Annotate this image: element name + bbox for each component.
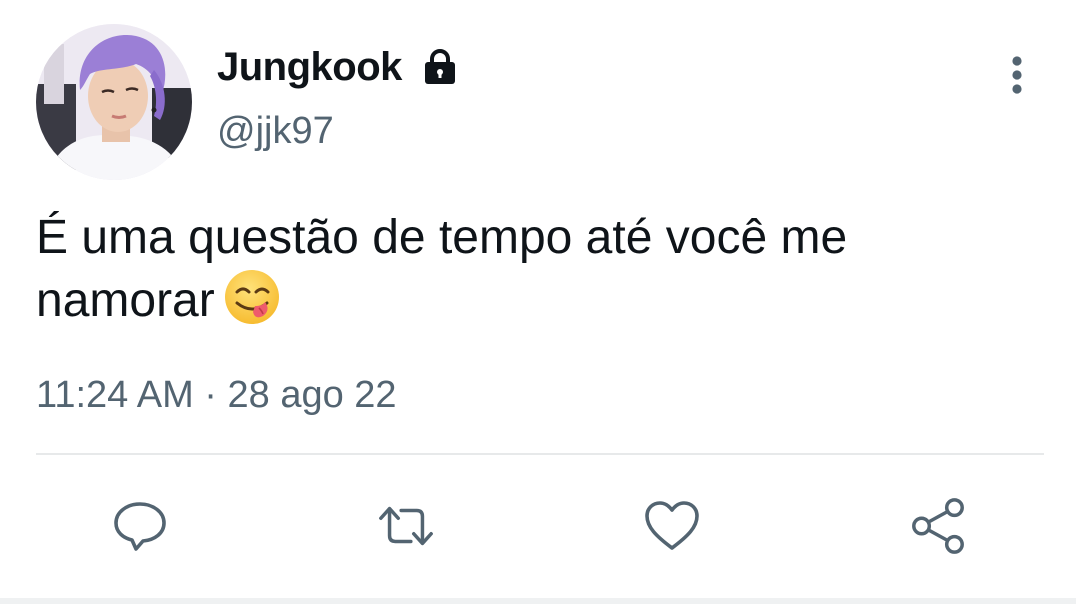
share-button[interactable] (908, 496, 968, 556)
like-button[interactable] (642, 496, 702, 556)
retweet-button[interactable] (376, 496, 436, 556)
lock-icon (420, 47, 460, 87)
tweet-time: 11:24 AM (36, 374, 194, 416)
tweet-timestamp[interactable]: 11:24 AM · 28 ago 22 (36, 374, 397, 417)
avatar[interactable] (36, 24, 192, 180)
reply-button[interactable] (110, 496, 170, 556)
share-icon (912, 498, 964, 554)
display-name[interactable]: Jungkook (217, 45, 402, 90)
tweet-date: 28 ago 22 (227, 374, 397, 416)
meta-separator: · (204, 374, 217, 416)
more-options-button[interactable] (1000, 52, 1034, 98)
more-vertical-icon (1012, 56, 1022, 94)
retweet-icon (379, 506, 433, 546)
face-savoring-food-emoji (223, 268, 281, 341)
heart-icon (645, 501, 699, 550)
avatar-image (36, 24, 192, 180)
tweet-text: É uma questão de tempo até você me namor… (36, 208, 1036, 341)
user-handle[interactable]: @jjk97 (217, 110, 334, 153)
author-name-row: Jungkook (217, 40, 460, 94)
divider (36, 453, 1044, 455)
reply-icon (114, 502, 166, 551)
bottom-border (0, 598, 1076, 604)
tweet-text-content: É uma questão de tempo até você me namor… (36, 211, 848, 327)
